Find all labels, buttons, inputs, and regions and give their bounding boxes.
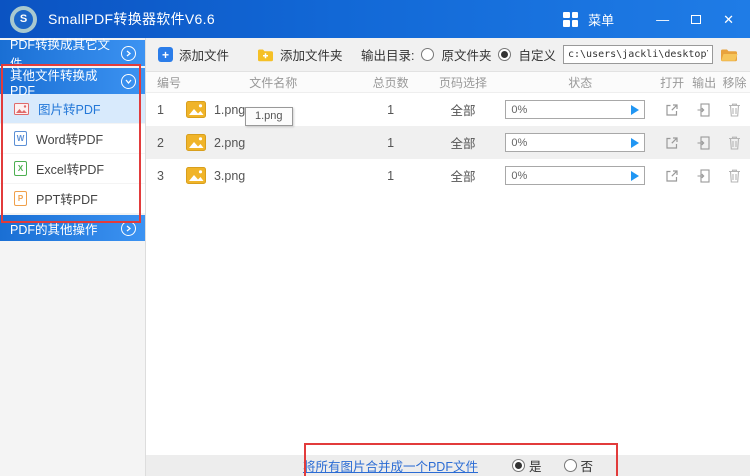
sidebar-section-other-to-pdf[interactable]: 其他文件转换成PDF xyxy=(0,68,145,98)
output-folder-icon[interactable] xyxy=(696,168,712,184)
sidebar-item-excel-to-pdf[interactable]: X Excel转PDF xyxy=(0,154,145,183)
word-doc-icon: W xyxy=(14,131,27,146)
sidebar-item-label: 图片转PDF xyxy=(38,103,101,117)
row-number: 2 xyxy=(157,135,164,150)
radio-original-label[interactable]: 原文件夹 xyxy=(441,45,491,64)
output-dir-label: 输出目录: xyxy=(360,49,415,63)
file-name: 1.png xyxy=(213,102,246,117)
minimize-button[interactable]: — xyxy=(656,13,669,26)
merge-images-link[interactable]: 将所有图片合并成一个PDF文件 xyxy=(303,456,478,475)
page-range[interactable]: 全部 xyxy=(421,100,506,119)
sidebar-item-label: Word转PDF xyxy=(36,133,104,147)
sidebar-section-label: 其他文件转换成PDF xyxy=(10,68,98,98)
add-folder-label: 添加文件夹 xyxy=(280,49,343,63)
excel-doc-icon: X xyxy=(14,161,27,176)
row-number: 1 xyxy=(157,102,164,117)
progress-percent: 0% xyxy=(511,169,528,182)
col-header-open: 打开 xyxy=(660,75,685,90)
table-row: 2 2.png 1 全部 0% xyxy=(146,126,750,159)
sidebar: PDF转换成其它文件 其他文件转换成PDF 图片转PDF W Word转PDF xyxy=(0,38,145,476)
app-title: SmallPDF转换器软件V6.6 xyxy=(48,11,215,27)
image-file-icon xyxy=(185,167,206,184)
row-number: 3 xyxy=(157,168,164,183)
maximize-button[interactable] xyxy=(691,13,702,26)
file-name: 3.png xyxy=(213,168,246,183)
image-file-icon xyxy=(185,101,206,118)
add-folder-icon xyxy=(258,49,274,61)
trash-icon[interactable] xyxy=(727,168,742,184)
col-header-remove: 移除 xyxy=(722,75,747,90)
titlebar: S SmallPDF转换器软件V6.6 菜单 — ✕ xyxy=(0,0,750,38)
col-header-num: 编号 xyxy=(157,75,182,90)
sidebar-item-word-to-pdf[interactable]: W Word转PDF xyxy=(0,124,145,153)
progress-bar: 0% xyxy=(505,133,646,152)
ppt-doc-icon: P xyxy=(14,191,27,206)
col-header-name: 文件名称 xyxy=(249,75,298,90)
add-file-label: 添加文件 xyxy=(179,49,230,63)
filename-tooltip: 1.png xyxy=(245,107,293,126)
start-convert-icon[interactable] xyxy=(631,104,640,115)
col-header-range: 页码选择 xyxy=(438,75,487,90)
close-button[interactable]: ✕ xyxy=(723,13,734,26)
add-file-button[interactable]: + 添加文件 xyxy=(158,45,229,64)
open-file-icon[interactable] xyxy=(664,102,680,118)
page-count: 1 xyxy=(387,102,395,117)
radio-custom[interactable] xyxy=(498,48,512,61)
chevron-down-icon xyxy=(121,73,136,89)
output-folder-icon[interactable] xyxy=(696,135,712,151)
page-count: 1 xyxy=(387,135,395,150)
sidebar-section-pdf-ops[interactable]: PDF的其他操作 xyxy=(0,215,145,241)
menu-grid-icon[interactable] xyxy=(563,11,579,27)
sidebar-item-ppt-to-pdf[interactable]: P PPT转PDF xyxy=(0,184,145,213)
table-row: 3 3.png 1 全部 0% xyxy=(146,159,750,192)
sidebar-section-pdf-to-other[interactable]: PDF转换成其它文件 xyxy=(0,38,145,71)
start-convert-icon[interactable] xyxy=(631,170,640,181)
radio-merge-yes-label[interactable]: 是 xyxy=(529,456,542,475)
chevron-right-icon xyxy=(121,220,136,236)
radio-original-folder[interactable] xyxy=(421,48,435,61)
add-folder-button[interactable]: 添加文件夹 xyxy=(257,45,343,64)
table-header-row: 编号 文件名称 总页数 页码选择 状态 打开 输出 移除 xyxy=(146,72,750,93)
main-panel: + 添加文件 添加文件夹 输出目录: 原文件夹 自定义 c:\users\jac… xyxy=(145,38,750,476)
radio-merge-yes[interactable] xyxy=(511,459,525,472)
col-header-output: 输出 xyxy=(692,75,717,90)
start-convert-icon[interactable] xyxy=(631,137,640,148)
app-window: S SmallPDF转换器软件V6.6 菜单 — ✕ PDF转换成其它文件 其他… xyxy=(0,0,750,476)
output-folder-icon[interactable] xyxy=(696,102,712,118)
page-count: 1 xyxy=(387,168,395,183)
page-range[interactable]: 全部 xyxy=(421,166,506,185)
sidebar-item-label: Excel转PDF xyxy=(36,163,105,177)
browse-folder-icon[interactable] xyxy=(720,48,738,62)
radio-merge-no-label[interactable]: 否 xyxy=(581,456,594,475)
trash-icon[interactable] xyxy=(727,135,742,151)
sidebar-item-label: PPT转PDF xyxy=(36,193,98,207)
radio-merge-no[interactable] xyxy=(563,459,577,472)
col-header-pages: 总页数 xyxy=(372,75,409,90)
app-logo-icon: S xyxy=(10,5,37,33)
output-path-input[interactable] xyxy=(563,45,713,64)
footer-bar: 将所有图片合并成一个PDF文件 是 否 xyxy=(146,455,750,476)
toolbar: + 添加文件 添加文件夹 输出目录: 原文件夹 自定义 xyxy=(146,38,750,72)
image-file-icon xyxy=(185,134,206,151)
col-header-status: 状态 xyxy=(568,75,593,90)
chevron-right-icon xyxy=(121,45,136,61)
radio-custom-label[interactable]: 自定义 xyxy=(518,45,556,64)
progress-percent: 0% xyxy=(511,136,528,149)
sidebar-section-label: PDF的其他操作 xyxy=(10,222,98,237)
open-file-icon[interactable] xyxy=(664,168,680,184)
file-name: 2.png xyxy=(213,135,246,150)
add-file-icon: + xyxy=(158,47,173,62)
table-row: 1 1.png 1 全部 0% xyxy=(146,93,750,126)
page-range[interactable]: 全部 xyxy=(421,133,506,152)
open-file-icon[interactable] xyxy=(664,135,680,151)
progress-percent: 0% xyxy=(511,103,528,116)
sidebar-item-image-to-pdf[interactable]: 图片转PDF xyxy=(0,94,145,123)
trash-icon[interactable] xyxy=(727,102,742,118)
progress-bar: 0% xyxy=(505,100,646,119)
menu-button[interactable]: 菜单 xyxy=(588,10,614,29)
image-icon xyxy=(14,102,29,115)
progress-bar: 0% xyxy=(505,166,646,185)
